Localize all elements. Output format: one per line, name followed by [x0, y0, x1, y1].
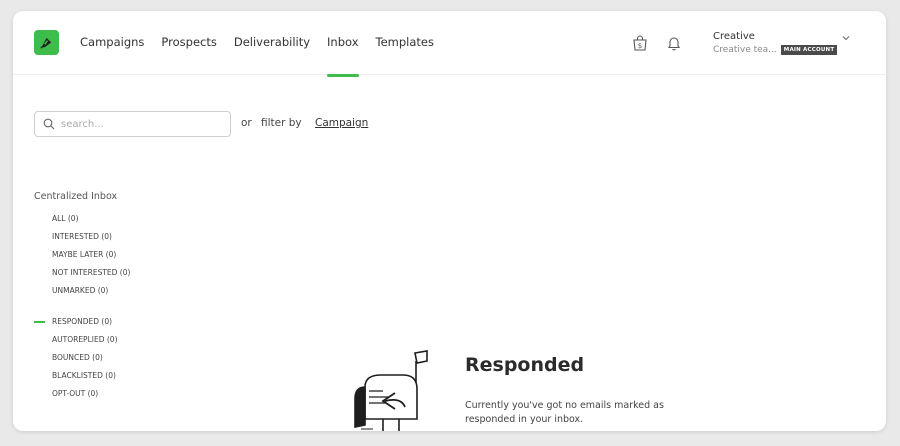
shopping-bag-dollar-icon[interactable]: $ — [631, 34, 649, 52]
folder-autoreplied[interactable]: AUTOREPLIED (0) — [52, 331, 118, 349]
nav-templates[interactable]: Templates — [376, 35, 434, 49]
folder-not-interested[interactable]: NOT INTERESTED (0) — [52, 264, 130, 282]
nav-prospects[interactable]: Prospects — [161, 35, 216, 49]
mailbox-illustration — [354, 350, 428, 431]
status-folder-list: ALL (0) INTERESTED (0) MAYBE LATER (0) N… — [52, 210, 130, 300]
empty-state-description: Currently you've got no emails marked as… — [465, 400, 664, 425]
chevron-down-icon[interactable] — [841, 33, 851, 43]
folder-all[interactable]: ALL (0) — [52, 210, 130, 228]
nav-campaigns[interactable]: Campaigns — [80, 35, 144, 49]
nav-deliverability[interactable]: Deliverability — [234, 35, 310, 49]
filter-by-label: filter by — [261, 117, 302, 129]
bell-icon[interactable] — [665, 34, 683, 52]
svg-text:$: $ — [638, 42, 642, 50]
folder-maybe-later[interactable]: MAYBE LATER (0) — [52, 246, 130, 264]
or-label: or — [241, 117, 252, 129]
main-nav: Campaigns Prospects Deliverability Inbox… — [80, 35, 451, 77]
brand-logo[interactable] — [34, 30, 59, 55]
search-box[interactable] — [34, 111, 231, 137]
reply-folder-list: RESPONDED (0) AUTOREPLIED (0) BOUNCED (0… — [34, 313, 118, 403]
quill-logo-icon — [40, 37, 52, 49]
search-input[interactable] — [61, 118, 211, 130]
top-navigation-bar: Campaigns Prospects Deliverability Inbox… — [13, 11, 886, 77]
folder-blacklisted[interactable]: BLACKLISTED (0) — [52, 367, 118, 385]
folder-responded[interactable]: RESPONDED (0) — [34, 313, 118, 331]
folder-bounced[interactable]: BOUNCED (0) — [52, 349, 118, 367]
empty-state-title: Responded — [465, 354, 585, 376]
folder-interested[interactable]: INTERESTED (0) — [52, 228, 130, 246]
centralized-inbox-title: Centralized Inbox — [34, 191, 118, 202]
campaign-filter-link[interactable]: Campaign — [315, 117, 368, 129]
folder-opt-out[interactable]: OPT-OUT (0) — [52, 385, 118, 403]
folder-unmarked[interactable]: UNMARKED (0) — [52, 282, 130, 300]
main-account-badge: MAIN ACCOUNT — [780, 45, 838, 55]
nav-inbox[interactable]: Inbox — [327, 35, 359, 77]
search-icon — [43, 118, 55, 130]
app-window: Campaigns Prospects Deliverability Inbox… — [13, 11, 886, 431]
account-team-name: Creative tea... — [713, 45, 777, 55]
account-team: Creative tea... MAIN ACCOUNT — [713, 45, 863, 55]
